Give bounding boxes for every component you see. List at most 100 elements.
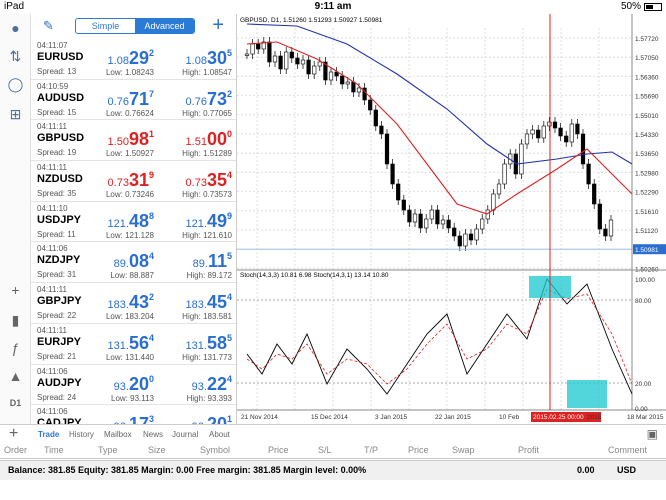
column-header[interactable]: Price xyxy=(408,445,429,455)
candle-body xyxy=(373,109,378,127)
bid-price[interactable]: 121.488 xyxy=(108,211,154,232)
tab-mailbox[interactable]: Mailbox xyxy=(104,430,132,439)
quote-row[interactable]: 04:11:10 USDJPY Spread: 11 121.488 121.499 Lo… xyxy=(31,202,236,243)
quote-time: 04:11:06 xyxy=(37,407,68,417)
column-header[interactable]: S/L xyxy=(318,445,332,455)
battery-percent: 50% xyxy=(620,1,641,12)
quote-row[interactable]: 04:11:11 GBPUSD Spread: 19 1.50981 1.51000 Lo… xyxy=(31,120,236,162)
ask-price[interactable]: 96.201 xyxy=(192,414,232,424)
bid-price-head: 183. xyxy=(107,299,129,312)
ask-price[interactable]: 1.08305 xyxy=(186,48,232,69)
chat-icon[interactable]: ◯ xyxy=(0,76,31,93)
quote-row[interactable]: 04:11:11 EURJPY Spread: 21 131.564 131.585 Lo… xyxy=(31,324,236,365)
column-header[interactable]: Size xyxy=(148,445,166,455)
bid-price[interactable]: 0.73319 xyxy=(108,170,154,191)
ask-price[interactable]: 131.585 xyxy=(186,333,232,354)
crosshair-icon[interactable]: + xyxy=(0,282,31,298)
candle-body xyxy=(468,233,474,241)
ask-price-fraction: 4 xyxy=(226,292,232,303)
ask-price-fraction: 4 xyxy=(226,373,232,384)
quote-row[interactable]: 04:11:06CADJPY 96.173 96.201 xyxy=(31,405,236,424)
quote-row[interactable]: 04:11:06 AUDJPY Spread: 24 93.200 93.224 Low:… xyxy=(31,365,236,406)
quote-time: 04:11:11 xyxy=(37,122,67,132)
tab-history[interactable]: History xyxy=(69,430,94,439)
candle-body xyxy=(575,123,580,135)
column-header[interactable]: Time xyxy=(44,445,64,455)
column-header[interactable]: Comment xyxy=(608,445,647,455)
account-icon[interactable]: ● xyxy=(0,20,31,36)
chart-panel[interactable]: 1.57720 1.57050 1.56360 1.55690 1.55010 1.543… xyxy=(237,14,666,424)
quote-low: Low: 1.08243 xyxy=(105,68,154,77)
bid-price[interactable]: 131.564 xyxy=(108,333,154,354)
column-header[interactable]: Order xyxy=(4,445,27,455)
bid-price-fraction: 4 xyxy=(148,251,154,262)
quote-symbol: GBPUSD xyxy=(37,132,85,145)
ask-price[interactable]: 0.76732 xyxy=(186,89,232,110)
ask-price[interactable]: 89.115 xyxy=(193,251,232,272)
objects-icon[interactable]: ▲ xyxy=(0,368,31,384)
ask-price[interactable]: 93.224 xyxy=(192,374,232,395)
chart-type-icon[interactable]: ▮ xyxy=(0,312,31,329)
new-order-icon[interactable]: ⊞ xyxy=(0,106,31,123)
ask-price-head: 0.76 xyxy=(185,95,207,108)
tab-journal[interactable]: Journal xyxy=(172,430,198,439)
ask-price-fraction: 5 xyxy=(226,48,232,58)
new-order-icon-bottom[interactable]: + xyxy=(9,425,18,443)
quote-row[interactable]: 04:11:06 NZDJPY Spread: 31 89.084 89.115 Low:… xyxy=(31,242,236,284)
candle-body xyxy=(608,219,614,237)
bid-price[interactable]: 183.432 xyxy=(108,292,154,313)
quote-row[interactable]: 04:11:11 NZDUSD Spread: 35 0.73319 0.73354 Lo… xyxy=(31,161,236,202)
quote-time: 04:10:59 xyxy=(37,81,69,91)
balance-line: Balance: 381.85 Equity: 381.85 Margin: 0… xyxy=(8,465,367,475)
add-symbol-icon[interactable]: + xyxy=(212,14,224,37)
price-tick-label: 1.53650 xyxy=(635,151,659,158)
candle-body xyxy=(457,235,462,247)
candle-body xyxy=(474,228,479,241)
quote-row[interactable]: 04:10:59 AUDUSD Spread: 15 0.76717 0.76732 Lo… xyxy=(31,80,236,121)
ask-price[interactable]: 183.454 xyxy=(186,292,232,313)
tab-trade[interactable]: Trade xyxy=(38,430,59,439)
indicators-icon[interactable]: ƒ xyxy=(0,340,31,356)
quote-symbol: EURUSD xyxy=(37,51,84,63)
column-header[interactable]: Type xyxy=(98,445,118,455)
price-tick-label: 1.55690 xyxy=(635,94,659,101)
timeframe-icon[interactable]: D1 xyxy=(0,398,31,408)
column-header[interactable]: Price xyxy=(268,445,289,455)
quote-row[interactable]: 04:11:11 GBPJPY Spread: 22 183.432 183.454 Lo… xyxy=(31,283,236,324)
ask-price[interactable]: 0.73354 xyxy=(186,170,232,191)
candle-body xyxy=(256,43,261,50)
column-header[interactable]: Swap xyxy=(452,445,475,455)
candle-body xyxy=(412,213,418,223)
candle-body xyxy=(597,203,602,230)
candle-body xyxy=(396,183,401,201)
candle-body xyxy=(496,183,502,195)
quotes-icon[interactable]: ⇅ xyxy=(0,48,31,65)
ask-price[interactable]: 121.499 xyxy=(186,211,232,232)
quote-row[interactable]: 04:11:07 EURUSD Spread: 13 1.08292 1.08305 Lo… xyxy=(31,39,236,80)
bid-price-pips: 17 xyxy=(129,414,149,424)
ask-price[interactable]: 1.51000 xyxy=(186,129,232,150)
candle-body xyxy=(289,51,294,59)
tab-news[interactable]: News xyxy=(143,430,163,439)
column-header[interactable]: Profit xyxy=(518,445,539,455)
edit-icon[interactable]: ✎ xyxy=(43,18,54,34)
bid-price[interactable]: 89.084 xyxy=(114,251,154,272)
column-header[interactable]: T/P xyxy=(364,445,378,455)
quote-high: High: 0.77065 xyxy=(182,108,232,118)
ask-price-pips: 30 xyxy=(206,48,227,68)
ask-price-head: 121. xyxy=(185,217,207,230)
bid-price[interactable]: 93.200 xyxy=(114,374,154,395)
price-chart[interactable]: 1.57720 1.57050 1.56360 1.55690 1.55010 1.543… xyxy=(237,14,666,424)
candle-body xyxy=(536,129,541,139)
bid-price[interactable]: 1.50981 xyxy=(108,129,154,150)
advanced-mode-button[interactable]: Advanced xyxy=(135,19,194,33)
bid-price-head: 1.08 xyxy=(107,55,129,67)
tab-about[interactable]: About xyxy=(209,430,230,439)
layout-icon[interactable]: ▣ xyxy=(647,427,658,441)
simple-mode-button[interactable]: Simple xyxy=(76,19,135,33)
column-header[interactable]: Symbol xyxy=(200,445,230,455)
bid-price[interactable]: 1.08292 xyxy=(108,48,154,69)
bid-price[interactable]: 0.76717 xyxy=(108,89,154,110)
price-tick-label: 1.56360 xyxy=(635,74,659,81)
bid-price[interactable]: 96.173 xyxy=(114,414,154,424)
